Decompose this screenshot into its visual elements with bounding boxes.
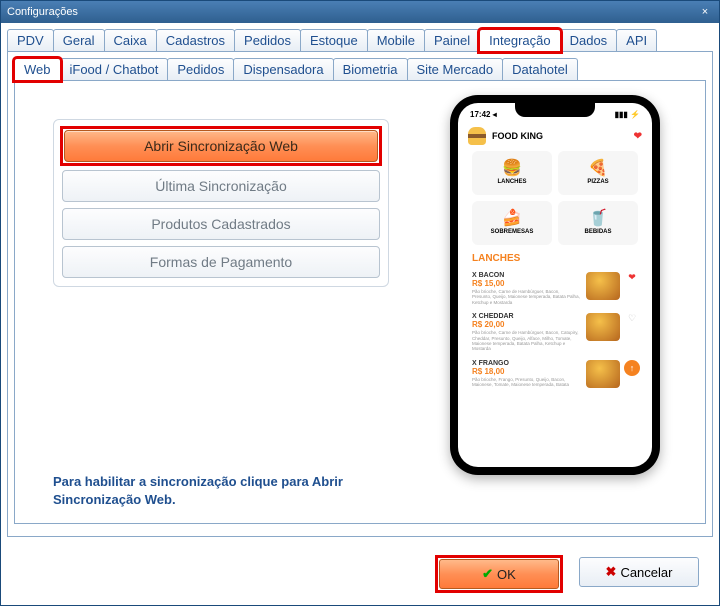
last-sync-button[interactable]: Última Sincronização xyxy=(62,170,380,202)
open-sync-button[interactable]: Abrir Sincronização Web xyxy=(64,130,378,162)
phone-mockup: 17:42 ◂ ▮▮▮ ⚡ FOOD KING ❤ 🍔 LANCHES 🍕 PIZZA… xyxy=(450,95,660,475)
phone-screen: 17:42 ◂ ▮▮▮ ⚡ FOOD KING ❤ 🍔 LANCHES 🍕 PIZZA… xyxy=(458,103,652,467)
inner-tab-strip: WebiFood / ChatbotPedidosDispensadoraBio… xyxy=(14,58,706,80)
right-column: 17:42 ◂ ▮▮▮ ⚡ FOOD KING ❤ 🍔 LANCHES 🍕 PIZZA… xyxy=(419,95,691,509)
item-desc: Pão brioche, Frango, Presunto, Queijo, B… xyxy=(472,377,580,388)
inner-tab-panel: Abrir Sincronização Web Última Sincroniz… xyxy=(14,80,706,524)
burger-logo-icon xyxy=(468,127,486,145)
menu-section-title: LANCHES xyxy=(458,245,652,268)
inner-tab-site-mercado[interactable]: Site Mercado xyxy=(407,58,504,80)
outer-tab-estoque[interactable]: Estoque xyxy=(300,29,368,51)
outer-tab-pdv[interactable]: PDV xyxy=(7,29,54,51)
cancel-button[interactable]: ✖ Cancelar xyxy=(579,557,699,587)
item-desc: Pão brioche, Carne de Hambúrguer, Bacon,… xyxy=(472,330,580,352)
category-label: LANCHES xyxy=(497,179,526,185)
app-brand: FOOD KING xyxy=(492,131,543,141)
outer-tab-dados[interactable]: Dados xyxy=(560,29,618,51)
outer-tab-panel: WebiFood / ChatbotPedidosDispensadoraBio… xyxy=(7,51,713,537)
category-icon: 🍕 xyxy=(588,161,608,177)
outer-tab-mobile[interactable]: Mobile xyxy=(367,29,425,51)
outer-tab-integra-o[interactable]: Integração xyxy=(479,29,560,52)
category-pizzas: 🍕 PIZZAS xyxy=(558,151,638,195)
item-price: R$ 18,00 xyxy=(472,367,580,376)
inner-tab-dispensadora[interactable]: Dispensadora xyxy=(233,58,333,80)
category-label: PIZZAS xyxy=(587,179,608,185)
outer-tab-strip: PDVGeralCaixaCadastrosPedidosEstoqueMobi… xyxy=(7,29,713,51)
ok-button[interactable]: ✔ OK xyxy=(439,559,559,589)
outer-tab-painel[interactable]: Painel xyxy=(424,29,480,51)
heart-icon: ❤ xyxy=(628,272,636,283)
outer-tab-geral[interactable]: Geral xyxy=(53,29,105,51)
item-thumb xyxy=(586,272,620,300)
item-price: R$ 15,00 xyxy=(472,279,580,288)
inner-tab-datahotel[interactable]: Datahotel xyxy=(502,58,578,80)
ok-label: OK xyxy=(497,567,516,582)
window-title: Configurações xyxy=(7,6,697,18)
phone-time: 17:42 ◂ xyxy=(470,110,497,119)
category-label: SOBREMESAS xyxy=(491,229,534,235)
menu-list: X BACONR$ 15,00Pão brioche, Carne de Ham… xyxy=(458,268,652,392)
open-sync-highlight: Abrir Sincronização Web xyxy=(62,128,380,164)
item-desc: Pão brioche, Carne de Hambúrguer, Bacon,… xyxy=(472,289,580,305)
hint-text: Para habilitar a sincronização clique pa… xyxy=(53,473,389,509)
inner-tab-web[interactable]: Web xyxy=(14,58,61,81)
button-group: Abrir Sincronização Web Última Sincroniz… xyxy=(53,119,389,287)
menu-item: X BACONR$ 15,00Pão brioche, Carne de Ham… xyxy=(458,268,652,309)
outer-tab-caixa[interactable]: Caixa xyxy=(104,29,157,51)
inner-tab-biometria[interactable]: Biometria xyxy=(333,58,408,80)
check-icon: ✔ xyxy=(482,566,493,582)
category-grid: 🍔 LANCHES 🍕 PIZZAS 🍰 SOBREMESAS 🥤 BEBIDAS xyxy=(458,151,652,245)
item-name: X FRANGO xyxy=(472,360,580,367)
phone-signal: ▮▮▮ ⚡ xyxy=(615,110,640,119)
window-titlebar: Configurações × xyxy=(1,1,719,23)
products-button[interactable]: Produtos Cadastrados xyxy=(62,208,380,240)
inner-tab-ifood-chatbot[interactable]: iFood / Chatbot xyxy=(60,58,169,80)
category-icon: 🍰 xyxy=(502,211,522,227)
scroll-top-icon: ↑ xyxy=(624,360,640,376)
cancel-label: Cancelar xyxy=(620,565,672,580)
menu-item: X FRANGOR$ 18,00Pão brioche, Frango, Pre… xyxy=(458,356,652,392)
item-name: X CHEDDAR xyxy=(472,313,580,320)
inner-tab-pedidos[interactable]: Pedidos xyxy=(167,58,234,80)
dialog-footer: ✔ OK ✖ Cancelar xyxy=(7,547,713,599)
payments-button[interactable]: Formas de Pagamento xyxy=(62,246,380,278)
left-column: Abrir Sincronização Web Última Sincroniz… xyxy=(29,95,389,509)
item-thumb xyxy=(586,360,620,388)
dialog-body: PDVGeralCaixaCadastrosPedidosEstoqueMobi… xyxy=(1,23,719,605)
category-lanches: 🍔 LANCHES xyxy=(472,151,552,195)
cross-icon: ✖ xyxy=(606,564,617,580)
item-price: R$ 20,00 xyxy=(472,320,580,329)
outer-tab-api[interactable]: API xyxy=(616,29,657,51)
category-icon: 🥤 xyxy=(588,211,608,227)
ok-button-highlight: ✔ OK xyxy=(437,557,561,591)
heart-icon: ♡ xyxy=(628,313,636,324)
close-icon[interactable]: × xyxy=(697,4,713,20)
app-header: FOOD KING ❤ xyxy=(458,121,652,151)
favorites-icon: ❤ xyxy=(634,131,642,142)
category-bebidas: 🥤 BEBIDAS xyxy=(558,201,638,245)
category-label: BEBIDAS xyxy=(584,229,611,235)
category-icon: 🍔 xyxy=(502,161,522,177)
phone-notch xyxy=(515,103,595,117)
outer-tab-pedidos[interactable]: Pedidos xyxy=(234,29,301,51)
category-sobremesas: 🍰 SOBREMESAS xyxy=(472,201,552,245)
item-thumb xyxy=(586,313,620,341)
menu-item: X CHEDDARR$ 20,00Pão brioche, Carne de H… xyxy=(458,309,652,356)
item-name: X BACON xyxy=(472,272,580,279)
outer-tab-cadastros[interactable]: Cadastros xyxy=(156,29,235,51)
